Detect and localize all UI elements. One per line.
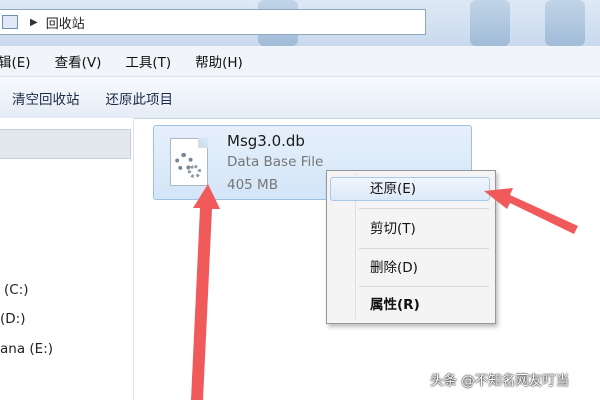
menu-bar: 辑(E) 查看(V) 工具(T) 帮助(H): [0, 46, 600, 77]
arrow-to-restore: [484, 188, 578, 234]
command-toolbar: 清空回收站 还原此项目: [0, 77, 600, 119]
navigation-pane: (C:) (D:) ana (E:): [0, 118, 134, 400]
nav-drive-e[interactable]: ana (E:): [0, 341, 53, 357]
database-file-icon: [170, 138, 208, 186]
menu-separator: [359, 286, 489, 287]
breadcrumb-separator-icon[interactable]: ▶: [30, 17, 38, 28]
file-type: Data Base File: [227, 154, 324, 170]
breadcrumb-location[interactable]: 回收站: [46, 13, 85, 32]
context-menu-cut[interactable]: 剪切(T): [330, 217, 490, 241]
context-menu: 还原(E) 剪切(T) 删除(D) 属性(R): [326, 170, 496, 324]
empty-recycle-bin-button[interactable]: 清空回收站: [12, 88, 80, 108]
watermark: 头条 @不知名网友叮当: [430, 373, 570, 389]
nav-selected-item[interactable]: [0, 129, 131, 159]
arrow-to-file: [191, 184, 220, 400]
recycle-bin-icon: [2, 15, 18, 29]
menu-separator: [359, 208, 489, 209]
context-menu-properties[interactable]: 属性(R): [330, 293, 490, 317]
title-bar: ▶ 回收站: [0, 0, 600, 46]
restore-item-button[interactable]: 还原此项目: [106, 88, 174, 108]
menu-view[interactable]: 查看(V): [55, 51, 102, 71]
background-blur: [470, 0, 510, 46]
menu-help[interactable]: 帮助(H): [195, 51, 243, 71]
file-size: 405 MB: [227, 177, 278, 193]
context-menu-delete[interactable]: 删除(D): [330, 256, 490, 280]
menu-tools[interactable]: 工具(T): [125, 51, 171, 71]
background-blur: [545, 0, 585, 46]
menu-edit[interactable]: 辑(E): [0, 51, 31, 71]
nav-drive-d[interactable]: (D:): [0, 311, 25, 327]
context-menu-restore[interactable]: 还原(E): [330, 177, 490, 201]
nav-drive-c[interactable]: (C:): [4, 282, 29, 298]
file-name: Msg3.0.db: [227, 132, 305, 150]
address-bar[interactable]: ▶ 回收站: [0, 9, 426, 35]
menu-separator: [359, 248, 489, 249]
